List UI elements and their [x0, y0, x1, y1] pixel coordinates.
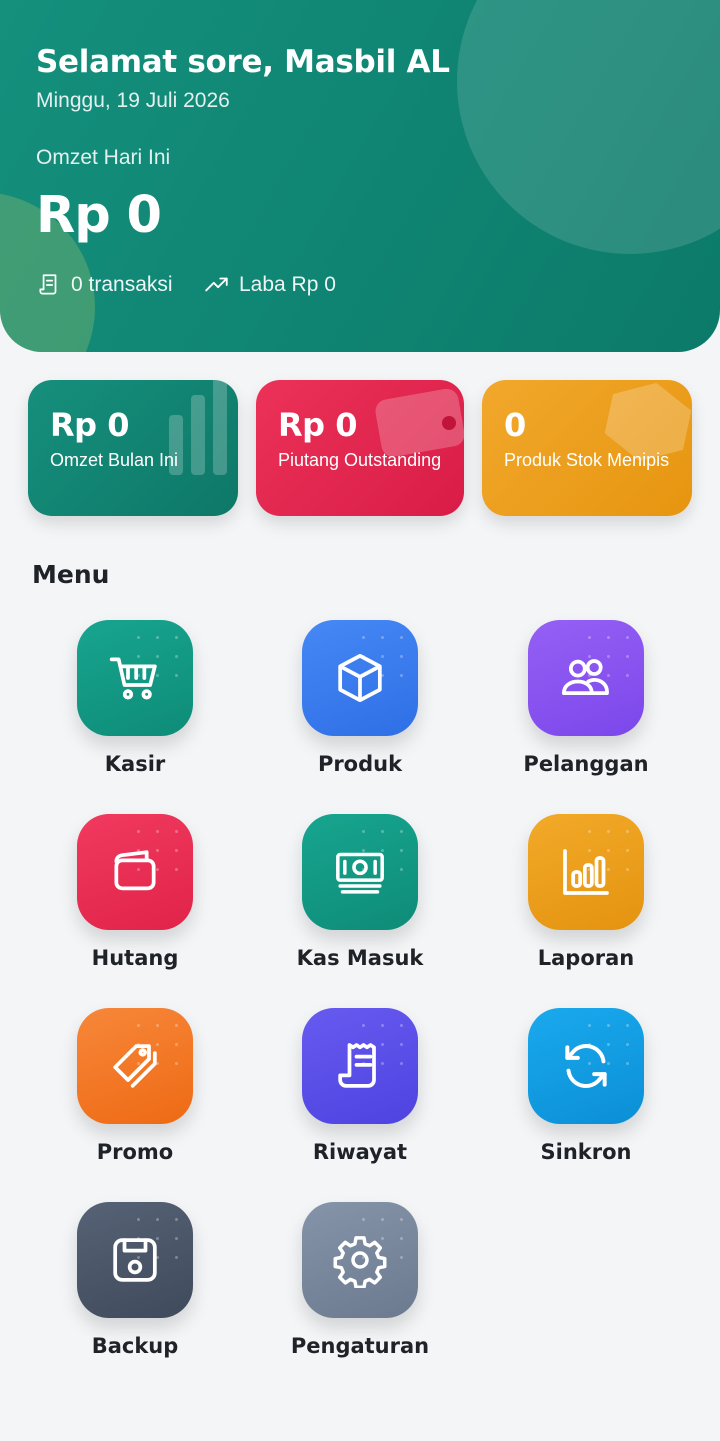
- stat-value: Rp 0: [50, 406, 129, 444]
- transactions-count: 0 transaksi: [71, 273, 173, 296]
- menu-item-label: Promo: [96, 1140, 174, 1164]
- menu-item-label: Riwayat: [312, 1140, 408, 1164]
- menu-item-produk[interactable]: Produk: [280, 620, 440, 800]
- profit-value: Laba Rp 0: [239, 273, 336, 296]
- stat-card-receivables[interactable]: Rp 0 Piutang Outstanding: [256, 380, 464, 516]
- menu-item-label: Backup: [91, 1334, 179, 1358]
- greeting-text: Selamat sore, Masbil AL: [36, 44, 450, 80]
- menu-icon-box: [302, 814, 418, 930]
- receipt-icon: [338, 1043, 376, 1088]
- menu-item-label: Kas Masuk: [296, 946, 424, 970]
- menu-item-label: Laporan: [537, 946, 635, 970]
- menu-title: Menu: [32, 560, 110, 589]
- menu-icon-box: [77, 814, 193, 930]
- menu-icon-box: [528, 620, 644, 736]
- decor-circle: [457, 0, 720, 254]
- sync-icon: [565, 1044, 607, 1088]
- menu-item-kas-masuk[interactable]: Kas Masuk: [280, 814, 440, 994]
- menu-icon-box: [77, 620, 193, 736]
- floppy-disk-icon: [113, 1238, 157, 1282]
- menu-item-kasir[interactable]: Kasir: [55, 620, 215, 800]
- menu-icon-box: [302, 620, 418, 736]
- menu-item-pelanggan[interactable]: Pelanggan: [506, 620, 666, 800]
- wallet-icon: [114, 850, 156, 891]
- today-revenue-label: Omzet Hari Ini: [36, 146, 171, 169]
- menu-icon-box: [77, 1202, 193, 1318]
- menu-item-laporan[interactable]: Laporan: [506, 814, 666, 994]
- menu-item-sinkron[interactable]: Sinkron: [506, 1008, 666, 1188]
- transactions-summary: 0 transaksi: [36, 272, 173, 298]
- cube-icon: [338, 653, 382, 703]
- stat-value: 0: [504, 406, 526, 444]
- trending-up-icon: [205, 277, 228, 292]
- stat-label: Omzet Bulan Ini: [50, 450, 179, 470]
- stat-label: Piutang Outstanding: [278, 450, 442, 470]
- menu-icon-box: [77, 1008, 193, 1124]
- cash-icon: [336, 852, 384, 894]
- menu-item-label: Hutang: [91, 946, 179, 970]
- tag-icon: [113, 1044, 157, 1088]
- header-banner: Selamat sore, Masbil AL Minggu, 19 Juli …: [0, 0, 720, 352]
- stat-card-low-stock[interactable]: 0 Produk Stok Menipis: [482, 380, 692, 516]
- menu-icon-box: [528, 814, 644, 930]
- date-text: Minggu, 19 Juli 2026: [36, 89, 230, 112]
- menu-item-riwayat[interactable]: Riwayat: [280, 1008, 440, 1188]
- stat-label: Produk Stok Menipis: [504, 450, 670, 470]
- bar-chart-icon: [563, 849, 609, 895]
- stat-value: Rp 0: [278, 406, 357, 444]
- menu-item-promo[interactable]: Promo: [55, 1008, 215, 1188]
- receipt-icon: [39, 274, 57, 295]
- menu-item-hutang[interactable]: Hutang: [55, 814, 215, 994]
- menu-item-label: Pengaturan: [290, 1334, 430, 1358]
- menu-item-backup[interactable]: Backup: [55, 1202, 215, 1382]
- today-revenue-value: Rp 0: [36, 186, 162, 245]
- gear-icon: [333, 1236, 387, 1288]
- menu-item-label: Kasir: [104, 752, 166, 776]
- profit-summary: Laba Rp 0: [204, 272, 336, 298]
- wallet-clasp: [442, 416, 456, 430]
- menu-item-pengaturan[interactable]: Pengaturan: [280, 1202, 440, 1382]
- users-icon: [561, 659, 609, 696]
- menu-icon-box: [302, 1008, 418, 1124]
- menu-item-label: Sinkron: [540, 1140, 632, 1164]
- menu-icon-box: [528, 1008, 644, 1124]
- menu-icon-box: [302, 1202, 418, 1318]
- menu-item-label: Produk: [317, 752, 403, 776]
- stat-card-monthly-revenue[interactable]: Rp 0 Omzet Bulan Ini: [28, 380, 238, 516]
- menu-item-label: Pelanggan: [523, 752, 649, 776]
- cart-icon: [109, 657, 157, 700]
